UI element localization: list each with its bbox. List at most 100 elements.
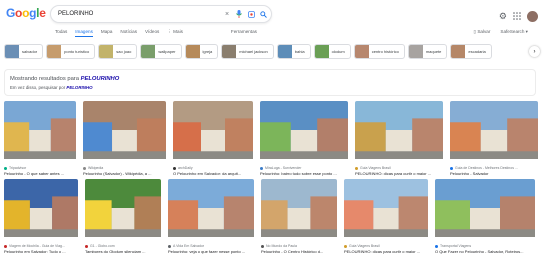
tab-videos[interactable]: Vídeos: [145, 29, 159, 37]
save-button[interactable]: ▯ Salvar: [474, 29, 491, 35]
result-source: Guia Viagens Brasil: [355, 166, 443, 170]
chip-ponto-turístico[interactable]: ponto turístico: [46, 44, 96, 59]
original-term-link[interactable]: PELORINHO: [66, 85, 92, 90]
image-result-card[interactable]: Viagem de Mochila - Guia de Viag... Pelou…: [4, 179, 78, 254]
result-title[interactable]: Pelourinho: veja o que fazer nesse ponto…: [168, 249, 254, 254]
chip-label: igreja: [202, 49, 213, 54]
chip-label: bahia: [294, 49, 305, 54]
result-title[interactable]: Pelourinho - O que saber antes ...: [4, 171, 76, 176]
search-bar[interactable]: PELORINHO ×: [50, 5, 272, 23]
image-result-card[interactable]: archDaily O Pelourinho em Salvador: da ar…: [173, 101, 253, 176]
result-image[interactable]: [4, 101, 76, 164]
tools-button[interactable]: Ferramentas: [231, 29, 257, 37]
chip-thumbnail: [47, 45, 62, 58]
image-result-card[interactable]: Wikipedia Pelourinho (Salvador) - Wikipéd…: [83, 101, 166, 176]
chip-thumbnail: [408, 45, 423, 58]
result-title[interactable]: O Que Fazer no Pelourinho - Salvador, Ro…: [435, 249, 535, 254]
chip-michael-jackson[interactable]: michael jackson: [221, 44, 274, 59]
result-thumbnail: [83, 101, 166, 159]
corrected-term-link[interactable]: PELOURINHO: [81, 76, 120, 82]
result-source: Transportal Viagens: [435, 244, 535, 248]
avatar[interactable]: [527, 10, 538, 22]
result-image[interactable]: [355, 101, 443, 164]
tab-imagens[interactable]: Imagens: [75, 29, 93, 37]
result-image[interactable]: [261, 179, 337, 242]
result-source: Guia Viagens Brasil: [344, 244, 428, 248]
result-thumbnail: [344, 179, 428, 237]
result-title[interactable]: Pelourinho: bairro tudo sobre esse ponto…: [260, 171, 348, 176]
chip-bahia[interactable]: bahia: [276, 44, 311, 59]
result-title[interactable]: O Pelourinho em Salvador: da arquit...: [173, 171, 253, 176]
tab-mapa[interactable]: Mapa: [101, 29, 113, 37]
source-name: Transportal Viagens: [440, 244, 472, 248]
gear-icon[interactable]: ⚙: [499, 11, 507, 22]
chip-maquete[interactable]: maquete: [407, 44, 448, 59]
chip-wallpaper[interactable]: wallpaper: [140, 44, 182, 59]
result-title[interactable]: Tambores do Olodum silenciam ...: [85, 249, 161, 254]
source-name: Wikipedia: [88, 166, 104, 170]
image-result-card[interactable]: No Mundo da Paula Pelourinho - O Centro H…: [261, 179, 337, 254]
image-result-card[interactable]: Transportal Viagens O Que Fazer no Pelour…: [435, 179, 535, 254]
tools-right: ▯ Salvar SafeSearch ▾: [474, 29, 528, 35]
chip-escadaria[interactable]: escadaria: [450, 44, 492, 59]
google-logo[interactable]: Google: [6, 6, 46, 20]
source-name: G1 - Globo.com: [90, 244, 115, 248]
chip-thumbnail: [277, 45, 292, 58]
chip-salvador[interactable]: salvador: [4, 44, 44, 59]
chevron-right-icon[interactable]: ›: [529, 46, 540, 57]
image-result-card[interactable]: Guia de Destinos - Melhores Destinos ...…: [450, 101, 538, 176]
result-image[interactable]: [344, 179, 428, 242]
result-image[interactable]: [435, 179, 535, 242]
chip-label: sao joao: [116, 49, 132, 54]
source-name: Guia Viagens Brasil: [360, 166, 391, 170]
search-icon[interactable]: [259, 10, 267, 18]
chip-label: maquete: [425, 49, 442, 54]
image-result-card[interactable]: Tripadvisor Pelourinho - O que saber ante…: [4, 101, 76, 176]
result-thumbnail: [168, 179, 254, 237]
chip-centro-histórico[interactable]: centro histórico: [353, 44, 405, 59]
chip-olodum[interactable]: olodum: [313, 44, 351, 59]
search-input[interactable]: PELORINHO: [58, 11, 223, 17]
account-area: ⚙: [499, 7, 538, 25]
chip-label: wallpaper: [158, 49, 176, 54]
result-title[interactable]: Pelourinho (Salvador) - Wikipédia, a ...: [83, 171, 166, 176]
result-title[interactable]: PELOURINHO: dicas para curtir o maior ..…: [344, 249, 428, 254]
result-image[interactable]: [450, 101, 538, 164]
image-result-card[interactable]: Guia Viagens Brasil PELOURINHO: dicas par…: [344, 179, 428, 254]
chip-igreja[interactable]: igreja: [184, 44, 219, 59]
result-image[interactable]: [260, 101, 348, 164]
apps-grid-icon[interactable]: [513, 7, 521, 25]
safesearch-label: SafeSearch: [500, 29, 525, 34]
showing-prefix: Mostrando resultados para: [10, 76, 79, 82]
logo-letter: e: [39, 6, 46, 20]
result-title[interactable]: Pelourinho - Salvador: [450, 171, 538, 176]
mic-icon[interactable]: [235, 10, 243, 18]
logo-letter: G: [6, 6, 16, 20]
result-source: MiraLuga - Survivender: [260, 166, 348, 170]
result-image[interactable]: [85, 179, 161, 242]
tab-mais[interactable]: ⋮ Mais: [167, 29, 183, 37]
image-result-card[interactable]: G1 - Globo.com Tambores do Olodum silenci…: [85, 179, 161, 254]
safesearch-button[interactable]: SafeSearch ▾: [500, 29, 528, 35]
result-title[interactable]: PELOURINHO: dicas para curtir o maior ..…: [355, 171, 443, 176]
result-image[interactable]: [4, 179, 78, 242]
image-result-card[interactable]: Guia Viagens Brasil PELOURINHO: dicas par…: [355, 101, 443, 176]
chip-label: michael jackson: [239, 49, 268, 54]
result-title[interactable]: Pelourinho - O Centro Histórico d...: [261, 249, 337, 254]
result-title[interactable]: Pelourinho em Salvador: Tudo o ...: [4, 249, 78, 254]
favicon-icon: [83, 166, 86, 170]
instead-prefix: Em vez disso, pesquisar por: [10, 85, 66, 90]
result-image[interactable]: [83, 101, 166, 164]
camera-lens-icon[interactable]: [247, 10, 255, 18]
tab-noticias[interactable]: Notícias: [120, 29, 137, 37]
source-name: No Mundo da Paula: [266, 244, 297, 248]
result-image[interactable]: [168, 179, 254, 242]
image-result-card[interactable]: MiraLuga - Survivender Pelourinho: bairro…: [260, 101, 348, 176]
chip-sao-joao[interactable]: sao joao: [98, 44, 138, 59]
favicon-icon: [355, 166, 358, 170]
tab-todas[interactable]: Todas: [55, 29, 67, 37]
clear-icon[interactable]: ×: [223, 10, 231, 18]
image-result-card[interactable]: A Vida Em Salvador Pelourinho: veja o que…: [168, 179, 254, 254]
result-source: No Mundo da Paula: [261, 244, 337, 248]
result-image[interactable]: [173, 101, 253, 164]
